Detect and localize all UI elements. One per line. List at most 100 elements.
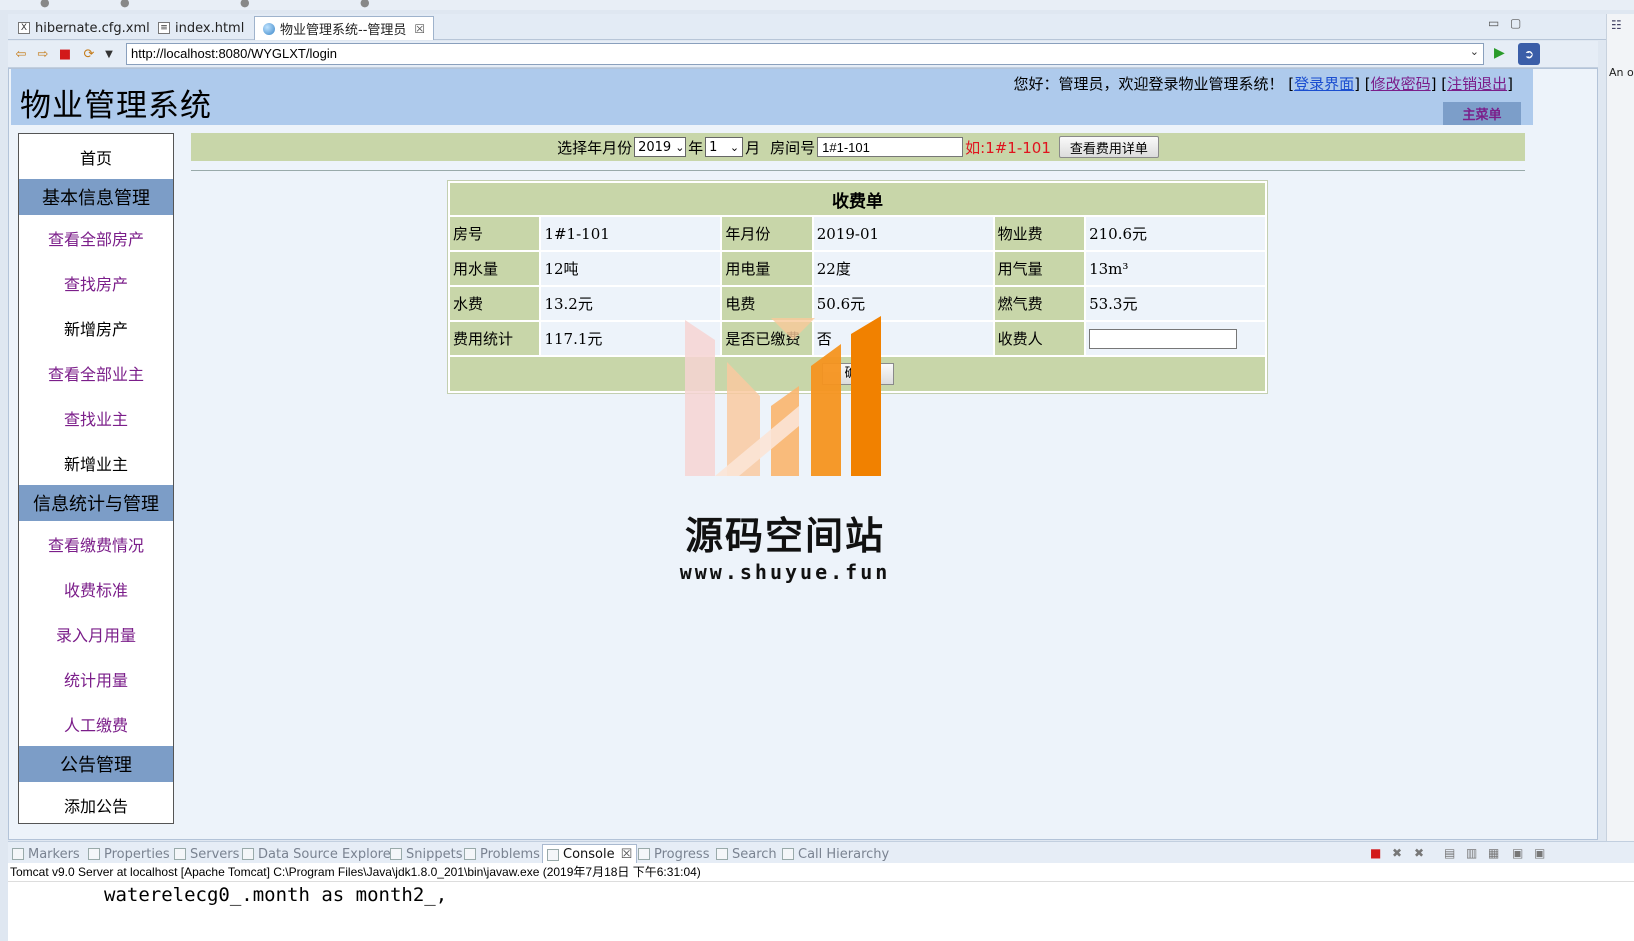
field-value: 否	[813, 322, 993, 355]
pin-console-icon[interactable]: ▣	[1512, 846, 1523, 860]
tab-properties[interactable]: Properties	[88, 844, 170, 864]
go-icon[interactable]: ▶	[1494, 45, 1505, 61]
properties-icon	[88, 848, 100, 860]
sidebar-item-all-properties[interactable]: 查看全部房产	[19, 215, 173, 260]
url-input[interactable]: http://localhost:8080/WYGLXT/login ⌄	[126, 43, 1484, 65]
maximize-icon[interactable]: ▢	[1510, 16, 1521, 30]
sidebar-item-add-owner[interactable]: 新增业主	[19, 440, 173, 485]
tab-servers[interactable]: Servers	[174, 844, 239, 864]
change-password-link[interactable]: 修改密码	[1371, 75, 1431, 93]
room-number-input[interactable]	[817, 137, 964, 157]
tab-console[interactable]: Console ☒	[542, 844, 638, 864]
field-value: 22度	[813, 252, 993, 285]
tab-browser-page[interactable]: 物业管理系统--管理员 ☒	[254, 16, 435, 40]
external-browser-icon[interactable]: ➲	[1518, 43, 1540, 65]
chevron-down-icon[interactable]: ▼	[100, 45, 118, 63]
bill-footer: 确认	[450, 357, 1265, 391]
html-file-icon: ≡	[158, 22, 170, 34]
chevron-down-icon: ⌄	[675, 140, 685, 154]
markers-icon	[12, 848, 24, 860]
clear-console-icon[interactable]: ▤	[1444, 846, 1455, 860]
field-value: 13m³	[1086, 252, 1265, 285]
sidebar-item-fee-standard[interactable]: 收费标准	[19, 566, 173, 611]
sidebar-item-enter-usage[interactable]: 录入月用量	[19, 611, 173, 656]
word-wrap-icon[interactable]: ▦	[1488, 846, 1499, 860]
tab-index-html[interactable]: ≡ index.html	[150, 16, 252, 40]
sidebar-section-header: 信息统计与管理	[19, 485, 173, 521]
site-title: 物业管理系统	[20, 88, 212, 124]
close-icon[interactable]: ☒	[414, 22, 425, 36]
bill-title: 收费单	[450, 183, 1265, 215]
tab-progress[interactable]: Progress	[638, 844, 709, 864]
confirm-button[interactable]: 确认	[821, 363, 894, 385]
year-suffix: 年	[688, 138, 704, 157]
tab-search[interactable]: Search	[716, 844, 777, 864]
progress-icon	[638, 848, 650, 860]
select-month-label: 选择年月份	[557, 138, 633, 157]
sidebar-item-usage-stats[interactable]: 统计用量	[19, 656, 173, 701]
tab-call-hierarchy[interactable]: Call Hierarchy	[782, 844, 889, 864]
watermark-url: www.shuyue.fun	[679, 560, 891, 584]
tab-label: Snippets	[406, 846, 463, 862]
toolbar-icon[interactable]: ●	[360, 0, 370, 9]
right-side-panel: ☷ An o	[1606, 14, 1634, 841]
terminate-icon[interactable]: ■	[1370, 846, 1381, 860]
toolbar-icon[interactable]: ●	[120, 0, 130, 9]
sidebar-item-find-owner[interactable]: 查找业主	[19, 395, 173, 440]
sidebar: 首页 基本信息管理 查看全部房产 查找房产 新增房产 查看全部业主 查找业主 新…	[18, 133, 174, 824]
bill-table: 收费单 房号 1#1-101 年月份 2019-01 物业费 210.6元 用水…	[447, 180, 1268, 394]
tab-markers[interactable]: Markers	[12, 844, 80, 864]
filter-bar: 选择年月份 2019 ⌄ 年 1 ⌄ 月 房间号 如:1#1-101 查看费用详…	[191, 133, 1525, 161]
sidebar-item-find-property[interactable]: 查找房产	[19, 260, 173, 305]
view-fee-detail-button[interactable]: 查看费用详单	[1058, 136, 1159, 158]
sidebar-item-all-owners[interactable]: 查看全部业主	[19, 350, 173, 395]
login-page-link[interactable]: 登录界面	[1294, 75, 1354, 93]
toolbar-icon[interactable]: ●	[240, 0, 250, 9]
url-text: http://localhost:8080/WYGLXT/login	[131, 46, 337, 61]
room-number-label: 房间号	[770, 138, 816, 157]
console-icon	[547, 848, 559, 861]
field-value: 50.6元	[813, 287, 993, 320]
payer-input[interactable]	[1089, 328, 1238, 349]
logout-link[interactable]: 注销退出	[1447, 75, 1507, 93]
remove-launch-icon[interactable]: ✖	[1392, 846, 1402, 860]
welcome-bar: 您好：管理员，欢迎登录物业管理系统！ [登录界面] [修改密码] [注销退出]	[1013, 75, 1513, 93]
toolbar-icon[interactable]: ●	[40, 0, 50, 9]
tab-label: Problems	[480, 846, 540, 862]
chevron-down-icon[interactable]: ⌄	[1470, 45, 1479, 58]
tab-snippets[interactable]: Snippets	[390, 844, 462, 864]
sidebar-item-add-notice[interactable]: 添加公告	[19, 782, 173, 827]
refresh-icon[interactable]: ⟳	[80, 45, 98, 63]
console-status: Tomcat v9.0 Server at localhost [Apache …	[8, 863, 1634, 881]
sidebar-item-payment-status[interactable]: 查看缴费情况	[19, 521, 173, 566]
tab-data-source-explorer[interactable]: Data Source Explorer	[242, 844, 396, 864]
sidebar-item-manual-payment[interactable]: 人工缴费	[19, 701, 173, 746]
close-icon[interactable]: ☒	[621, 847, 633, 862]
month-suffix: 月	[745, 138, 761, 157]
back-icon[interactable]: ⇦	[12, 45, 30, 63]
month-select[interactable]: 1 ⌄	[705, 137, 744, 157]
problems-icon	[464, 848, 476, 860]
field-label: 电费	[722, 287, 812, 320]
field-label: 水费	[450, 287, 540, 320]
stop-icon[interactable]: ■	[56, 45, 74, 63]
field-value: 2019-01	[813, 217, 993, 250]
scroll-lock-icon[interactable]: ▥	[1466, 846, 1477, 860]
outline-icon[interactable]: ☷	[1611, 18, 1622, 32]
year-select[interactable]: 2019 ⌄	[634, 137, 687, 157]
main-menu-tab[interactable]: 主菜单	[1443, 102, 1521, 125]
payer-cell	[1086, 322, 1265, 355]
forward-icon[interactable]: ⇨	[34, 45, 52, 63]
console-output[interactable]: waterelecg0_.month as month2_,	[8, 881, 1634, 941]
side-panel-text: An o	[1609, 66, 1634, 79]
display-console-icon[interactable]: ▣	[1534, 846, 1545, 860]
tab-problems[interactable]: Problems	[464, 844, 540, 864]
sidebar-item-add-property[interactable]: 新增房产	[19, 305, 173, 350]
sidebar-item-home[interactable]: 首页	[19, 134, 173, 179]
tab-label: index.html	[175, 20, 245, 36]
remove-all-icon[interactable]: ✖	[1414, 846, 1424, 860]
tab-hibernate-cfg[interactable]: X hibernate.cfg.xml	[10, 16, 158, 40]
minimize-icon[interactable]: ▭	[1488, 16, 1499, 30]
field-value: 12吨	[541, 252, 721, 285]
tab-label: Servers	[190, 846, 240, 862]
